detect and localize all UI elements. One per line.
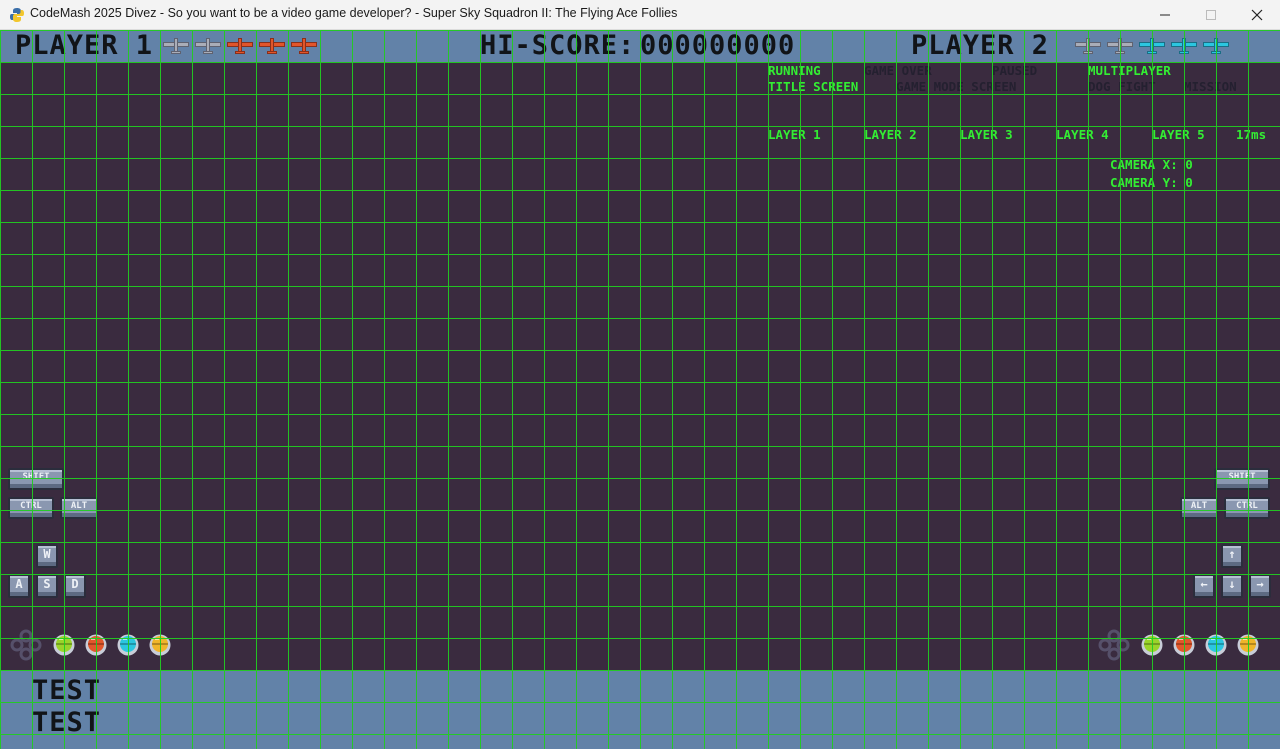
p1-d-key: D	[64, 574, 86, 598]
p1-alt-key: ALT	[60, 497, 98, 519]
player2-life-plane-icon	[1203, 38, 1229, 54]
debug-camera-x: CAMERA X: 0	[1110, 157, 1193, 172]
p1-dpad-icon	[10, 629, 42, 661]
debug-screen-dog-fight: DOG FIGHT	[1088, 79, 1156, 94]
player2-label: PLAYER 2	[911, 30, 1050, 61]
p1-action-button-icon-2	[85, 634, 107, 656]
minimize-button[interactable]	[1142, 0, 1188, 30]
debug-screen-title: TITLE SCREEN	[768, 79, 859, 94]
player1-life-plane-icon	[195, 38, 221, 54]
debug-screen-mission: MISSION	[1184, 79, 1237, 94]
window-titlebar: CodeMash 2025 Divez - So you want to be …	[0, 0, 1280, 30]
footer-line-1: TEST	[32, 675, 102, 706]
player2-life-plane-icon	[1075, 38, 1101, 54]
player2-life-plane-icon	[1139, 38, 1165, 54]
p2-alt-key: ALT	[1180, 497, 1218, 519]
python-app-icon	[10, 8, 24, 22]
p2-shift-key: SHIFT	[1214, 468, 1270, 490]
debug-state-running: RUNNING	[768, 63, 821, 78]
player1-label: PLAYER 1	[15, 30, 154, 61]
close-button[interactable]	[1234, 0, 1280, 30]
player2-life-plane-icon	[1107, 38, 1133, 54]
player1-life-plane-icon	[163, 38, 189, 54]
p1-action-button-icon-3	[117, 634, 139, 656]
p2-action-button-icon-1	[1141, 634, 1163, 656]
player1-life-plane-icon	[227, 38, 253, 54]
p1-a-key: A	[8, 574, 30, 598]
debug-state-paused: PAUSED	[992, 63, 1038, 78]
bottom-hud-bar	[0, 670, 1280, 749]
player1-lives	[162, 36, 318, 56]
p2-down-key: ↓	[1221, 574, 1243, 598]
p1-action-button-icon-1	[53, 634, 75, 656]
window-title: CodeMash 2025 Divez - So you want to be …	[30, 6, 678, 20]
p2-action-button-icon-2	[1173, 634, 1195, 656]
debug-layer-5: LAYER 5	[1152, 127, 1205, 142]
debug-layer-2: LAYER 2	[864, 127, 917, 142]
debug-frame-time: 17ms	[1236, 127, 1267, 142]
p2-dpad-icon	[1098, 629, 1130, 661]
debug-state-game-over: GAME OVER	[864, 63, 932, 78]
debug-layer-4: LAYER 4	[1056, 127, 1109, 142]
debug-layer-1: LAYER 1	[768, 127, 821, 142]
maximize-icon	[1206, 10, 1216, 20]
player2-lives	[1074, 36, 1230, 56]
maximize-button[interactable]	[1188, 0, 1234, 30]
p2-action-button-icon-3	[1205, 634, 1227, 656]
minimize-icon	[1160, 14, 1170, 16]
debug-camera-y: CAMERA Y: 0	[1110, 175, 1193, 190]
hiscore-value: 000000000	[640, 30, 796, 61]
debug-layer-3: LAYER 3	[960, 127, 1013, 142]
player1-life-plane-icon	[259, 38, 285, 54]
p1-shift-key: SHIFT	[8, 468, 64, 490]
p1-w-key: W	[36, 544, 58, 568]
debug-state-multiplayer: MULTIPLAYER	[1088, 63, 1171, 78]
player2-life-plane-icon	[1171, 38, 1197, 54]
p1-action-button-icon-4	[149, 634, 171, 656]
debug-screen-game-mode: GAME MODE SCREEN	[896, 79, 1017, 94]
hiscore-label: HI-SCORE:	[480, 30, 636, 61]
p2-right-key: →	[1249, 574, 1271, 598]
p2-action-button-icon-4	[1237, 634, 1259, 656]
player1-life-plane-icon	[291, 38, 317, 54]
p2-up-key: ↑	[1221, 544, 1243, 568]
footer-line-2: TEST	[32, 707, 102, 738]
p1-s-key: S	[36, 574, 58, 598]
game-canvas[interactable]: PLAYER 1 HI-SCORE: 000000000 PLAYER 2 RU…	[0, 30, 1280, 749]
close-icon	[1251, 9, 1263, 21]
p1-ctrl-key: CTRL	[8, 497, 54, 519]
p2-ctrl-key: CTRL	[1224, 497, 1270, 519]
p2-left-key: ←	[1193, 574, 1215, 598]
